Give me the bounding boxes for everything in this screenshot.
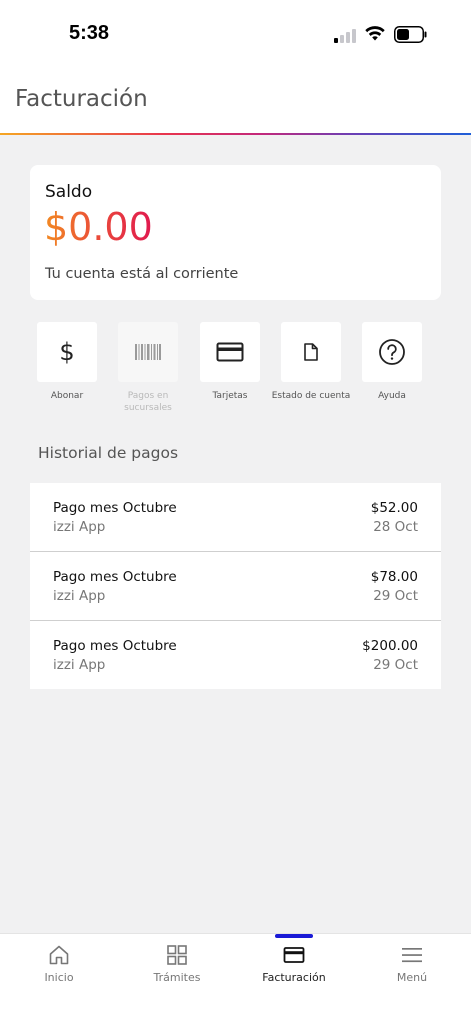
action-estado-cuenta[interactable]: Estado de cuenta xyxy=(272,322,350,402)
action-label: Tarjetas xyxy=(212,391,248,401)
payment-source: izzi App xyxy=(53,519,106,535)
action-tile[interactable] xyxy=(362,322,422,382)
nav-label: Menú xyxy=(396,971,428,984)
payment-title: Pago mes Octubre xyxy=(53,500,177,516)
list-item[interactable]: Pago mes Octubre izzi App $200.00 29 Oct xyxy=(30,621,441,689)
dollar-icon: $ xyxy=(59,338,75,366)
card-icon xyxy=(283,947,305,963)
barcode-icon xyxy=(135,344,161,360)
payment-date: 28 Oct xyxy=(373,519,418,535)
card-icon xyxy=(216,342,244,362)
header-gradient-divider xyxy=(0,133,471,135)
nav-item-facturacion[interactable]: Facturación xyxy=(235,934,353,1004)
action-tile[interactable]: $ xyxy=(37,322,97,382)
payment-title: Pago mes Octubre xyxy=(53,638,177,654)
nav-item-menu[interactable]: Menú xyxy=(353,934,471,1004)
cellular-signal-icon xyxy=(334,27,358,43)
menu-icon xyxy=(402,948,422,963)
battery-icon xyxy=(394,26,427,43)
home-icon xyxy=(49,945,69,965)
payment-source: izzi App xyxy=(53,588,106,604)
action-tile[interactable] xyxy=(200,322,260,382)
balance-card: Saldo $0.00 Tu cuenta está al corriente xyxy=(30,165,441,300)
grid-icon xyxy=(167,945,187,965)
list-item[interactable]: Pago mes Octubre izzi App $52.00 28 Oct xyxy=(30,483,441,552)
bottom-nav: Inicio Trámites Facturación Menú xyxy=(0,933,471,1023)
payment-date: 29 Oct xyxy=(373,588,418,604)
status-bar: 5:38 xyxy=(0,0,471,70)
list-item[interactable]: Pago mes Octubre izzi App $78.00 29 Oct xyxy=(30,552,441,621)
nav-label: Facturación xyxy=(262,971,326,984)
status-time: 5:38 xyxy=(69,22,110,44)
action-label: Pagos en sucursales xyxy=(124,391,172,413)
nav-item-inicio[interactable]: Inicio xyxy=(0,934,118,1004)
page-title: Facturación xyxy=(15,86,148,112)
nav-label: Trámites xyxy=(153,971,201,984)
wifi-icon xyxy=(365,26,385,41)
payment-title: Pago mes Octubre xyxy=(53,569,177,585)
action-abonar[interactable]: $ Abonar xyxy=(36,322,98,402)
balance-status: Tu cuenta está al corriente xyxy=(45,266,239,282)
payment-amount: $200.00 xyxy=(362,638,418,654)
action-label: Ayuda xyxy=(378,391,406,401)
action-tarjetas[interactable]: Tarjetas xyxy=(199,322,261,402)
nav-label: Inicio xyxy=(44,971,74,984)
history-list: Pago mes Octubre izzi App $52.00 28 Oct … xyxy=(30,483,441,689)
action-tile xyxy=(118,322,178,382)
payment-date: 29 Oct xyxy=(373,657,418,673)
screen: 5:38 Facturación Saldo $0.00 Tu cuenta e… xyxy=(0,0,471,1023)
help-icon xyxy=(379,339,405,365)
balance-label: Saldo xyxy=(45,182,93,202)
nav-item-tramites[interactable]: Trámites xyxy=(118,934,236,1004)
history-title: Historial de pagos xyxy=(38,444,179,462)
balance-amount: $0.00 xyxy=(44,205,153,249)
document-icon xyxy=(304,343,318,361)
payment-source: izzi App xyxy=(53,657,106,673)
payment-amount: $78.00 xyxy=(370,569,418,585)
action-tile[interactable] xyxy=(281,322,341,382)
app-header: Facturación xyxy=(0,70,471,134)
action-label: Abonar xyxy=(50,391,84,401)
payment-amount: $52.00 xyxy=(370,500,418,516)
action-ayuda[interactable]: Ayuda xyxy=(361,322,423,402)
action-pagos-sucursales: Pagos en sucursales xyxy=(117,322,179,414)
action-label: Estado de cuenta xyxy=(271,391,351,401)
